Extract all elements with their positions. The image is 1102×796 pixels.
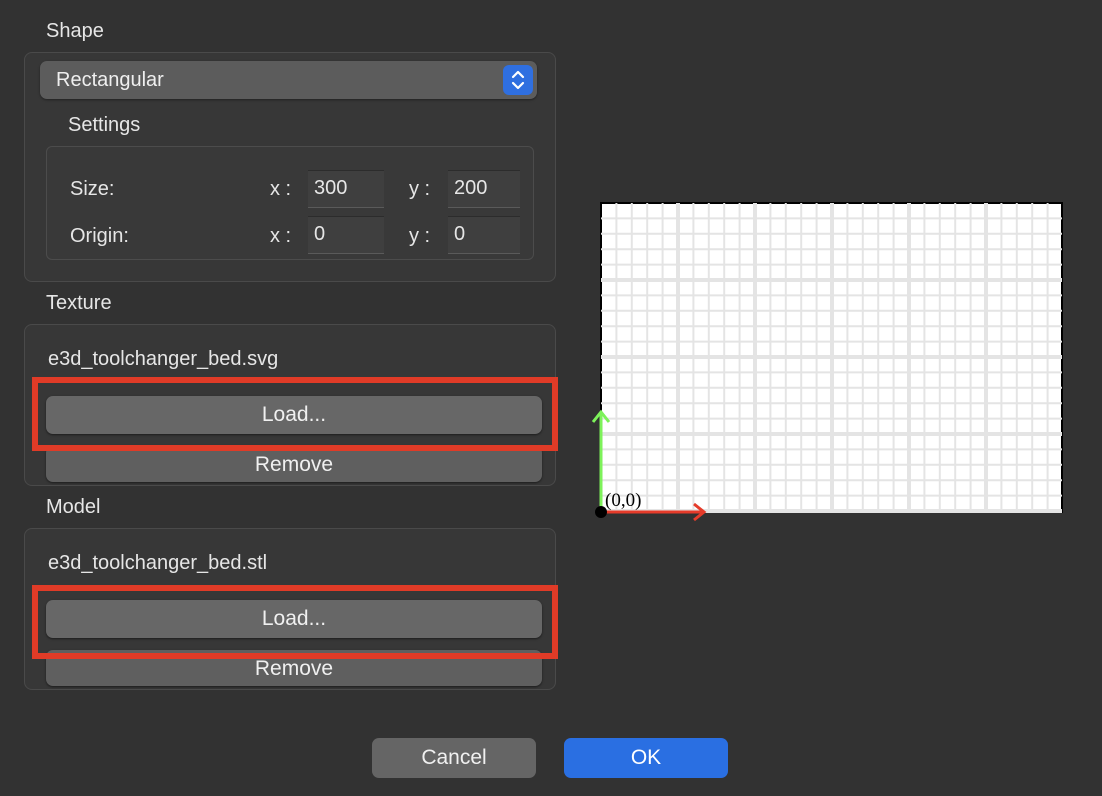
settings-title: Settings (68, 114, 141, 136)
shape-select-value: Rectangular (56, 69, 164, 91)
size-y-field[interactable]: 200 (448, 170, 520, 208)
origin-label: Origin: (70, 225, 129, 247)
texture-section-title: Texture (46, 292, 112, 314)
bed-preview: (0,0) (590, 196, 1070, 531)
origin-label: (0,0) (605, 490, 641, 511)
up-down-chevron-icon (503, 65, 533, 95)
size-label: Size: (70, 178, 115, 200)
size-x-label: x : (270, 178, 292, 200)
bed-grid (601, 203, 1062, 513)
texture-remove-button[interactable]: Remove (46, 446, 542, 482)
origin-x-label: x : (270, 225, 292, 247)
size-x-field[interactable]: 300 (308, 170, 384, 208)
size-y-label: y : (409, 178, 431, 200)
model-filename: e3d_toolchanger_bed.stl (48, 552, 268, 574)
bed-preview-canvas: (0,0) (591, 202, 1063, 522)
model-section-title: Model (46, 496, 101, 518)
shape-select[interactable]: Rectangular (40, 61, 537, 99)
texture-filename: e3d_toolchanger_bed.svg (48, 348, 279, 370)
cancel-button[interactable]: Cancel (372, 738, 536, 778)
texture-load-highlight (32, 377, 558, 451)
origin-x-field[interactable]: 0 (308, 216, 384, 254)
model-load-highlight (32, 585, 558, 659)
origin-y-field[interactable]: 0 (448, 216, 520, 254)
shape-section-title: Shape (46, 20, 104, 42)
ok-button[interactable]: OK (564, 738, 728, 778)
origin-y-label: y : (409, 225, 431, 247)
